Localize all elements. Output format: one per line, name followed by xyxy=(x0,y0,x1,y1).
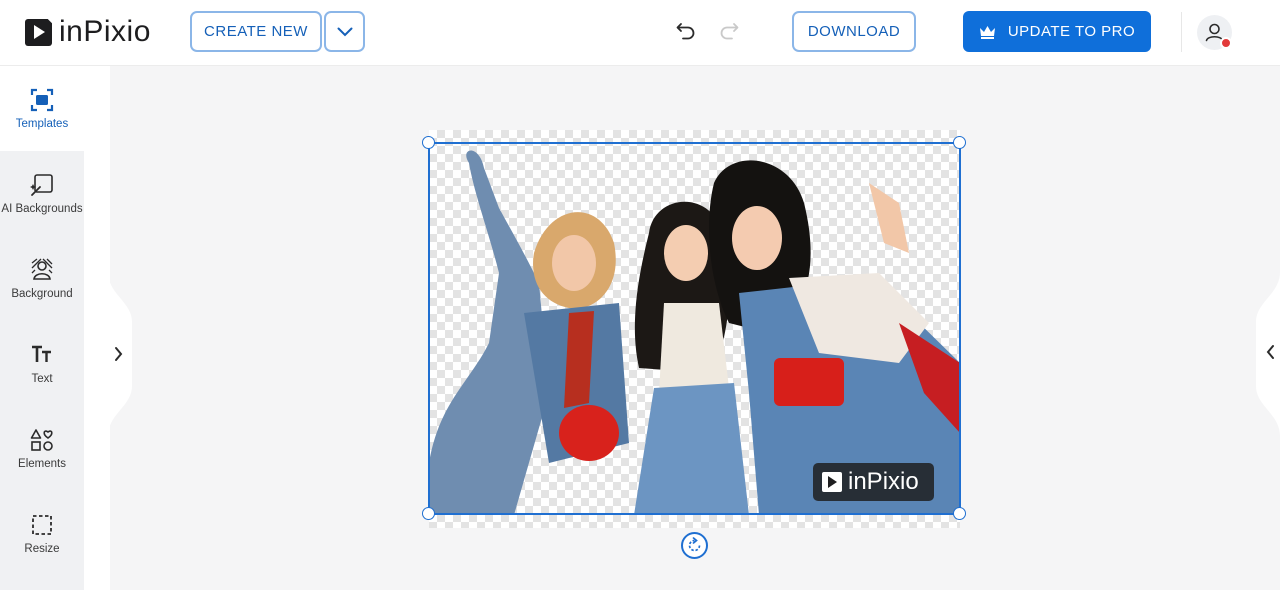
sidebar-item-label: Text xyxy=(31,373,53,385)
sidebar-item-elements[interactable]: Elements xyxy=(0,406,84,491)
update-to-pro-label: UPDATE TO PRO xyxy=(1007,23,1136,40)
expand-right-panel-tab[interactable] xyxy=(1256,272,1280,436)
rotate-handle[interactable] xyxy=(681,532,708,559)
sidebar-item-label: AI Backgrounds xyxy=(1,203,83,215)
create-new-button[interactable]: CREATE NEW xyxy=(190,11,322,52)
sidebar-item-label: Background xyxy=(11,288,73,300)
ai-backgrounds-icon xyxy=(30,174,53,196)
notification-dot xyxy=(1220,37,1232,49)
text-icon xyxy=(32,345,51,362)
resize-handle-top-left[interactable] xyxy=(422,136,435,149)
resize-handle-top-right[interactable] xyxy=(953,136,966,149)
undo-icon[interactable] xyxy=(675,20,697,42)
update-to-pro-button[interactable]: UPDATE TO PRO xyxy=(963,11,1151,52)
sidebar-item-label: Elements xyxy=(18,458,66,470)
logo-text: inPixio xyxy=(59,15,151,48)
sidebar-item-background[interactable]: Background xyxy=(0,236,84,321)
selection-box[interactable] xyxy=(428,142,961,515)
crown-icon xyxy=(979,25,995,39)
expand-left-panel-tab[interactable] xyxy=(108,272,132,436)
background-icon xyxy=(31,258,53,280)
app-logo[interactable]: inPixio xyxy=(25,17,151,47)
sidebar-item-templates[interactable]: Templates xyxy=(0,66,84,151)
side-panel-collapsed xyxy=(84,66,110,590)
sidebar-item-resize[interactable]: Resize xyxy=(0,491,84,576)
logo-play-icon xyxy=(25,18,52,46)
resize-icon xyxy=(32,515,52,535)
resize-handle-bottom-left[interactable] xyxy=(422,507,435,520)
templates-icon xyxy=(30,88,54,112)
tool-sidebar: Templates AI Backgrounds Background Text… xyxy=(0,66,84,590)
redo-icon[interactable] xyxy=(718,20,740,42)
sidebar-item-label: Resize xyxy=(24,543,60,555)
resize-handle-bottom-right[interactable] xyxy=(953,507,966,520)
sidebar-item-ai-backgrounds[interactable]: AI Backgrounds xyxy=(0,151,84,236)
header-divider xyxy=(1181,12,1182,52)
create-new-dropdown-button[interactable] xyxy=(324,11,365,52)
download-button[interactable]: DOWNLOAD xyxy=(792,11,916,52)
sidebar-item-text[interactable]: Text xyxy=(0,321,84,406)
elements-icon xyxy=(30,429,53,451)
rotate-icon xyxy=(688,537,701,552)
top-header: inPixio CREATE NEW DOWNLOAD UPDATE TO PR… xyxy=(0,0,1280,66)
sidebar-item-label: Templates xyxy=(15,118,69,130)
chevron-down-icon xyxy=(337,27,352,36)
